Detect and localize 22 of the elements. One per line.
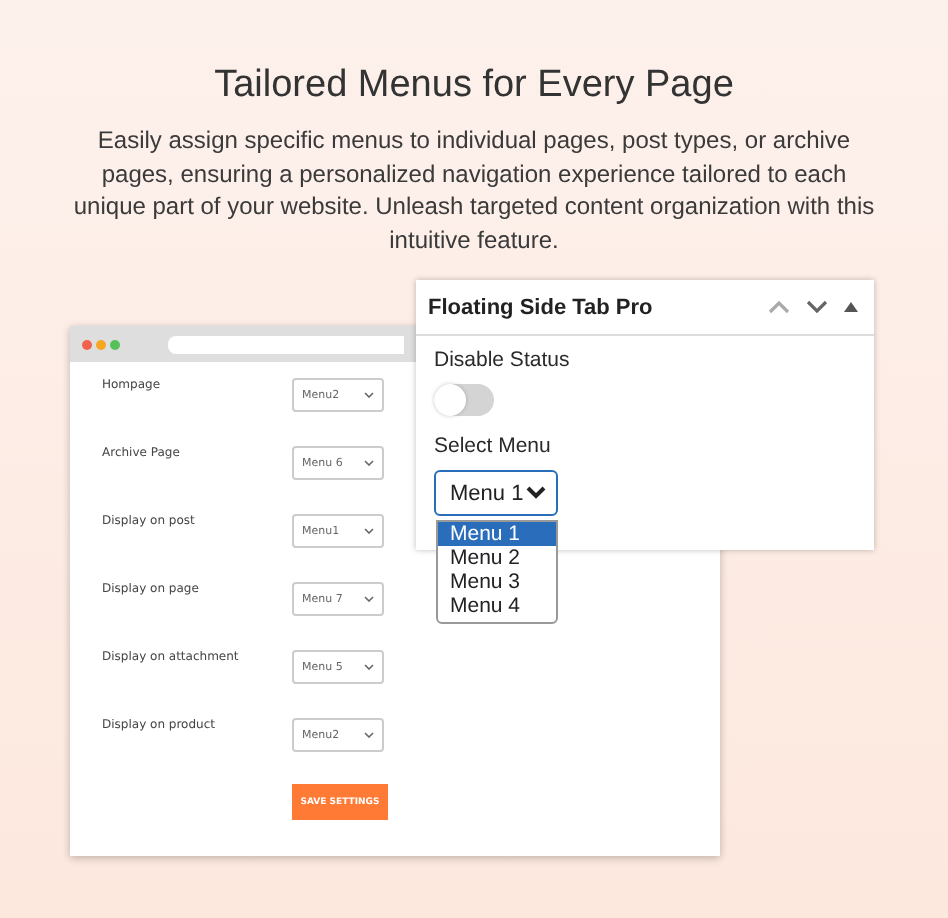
field-label: Select Menu <box>434 434 551 458</box>
chevron-up-icon[interactable] <box>768 300 790 314</box>
field-label: Disable Status <box>434 348 570 372</box>
chevron-down-icon <box>364 392 374 398</box>
chevron-down-icon <box>364 596 374 602</box>
toggle-switch[interactable] <box>434 384 494 416</box>
address-bar[interactable] <box>168 335 404 353</box>
triangle-up-icon[interactable] <box>844 302 858 312</box>
description: Easily assign specific menus to individual pages, post types, or archive pages, ensuring a personalized navigation experience tailored to each unique part of your website. Unleash targeted content organization with this intuitive feature. <box>71 124 877 256</box>
dropdown-option[interactable]: Menu 3 <box>438 570 556 594</box>
menu-select[interactable]: Menu 1 <box>434 470 558 516</box>
chevron-down-icon[interactable] <box>806 300 828 314</box>
chevron-down-icon <box>526 486 546 500</box>
dropdown-option[interactable]: Menu 2 <box>438 546 556 570</box>
chevron-down-icon <box>364 732 374 738</box>
dropdown-option[interactable]: Menu 1 <box>438 522 556 546</box>
chevron-down-icon <box>364 528 374 534</box>
panel-title: Floating Side Tab Pro <box>428 295 655 319</box>
dropdown-option[interactable]: Menu 4 <box>438 594 556 618</box>
heading: Tailored Menus for Every Page <box>214 64 734 108</box>
chevron-down-icon <box>364 460 374 466</box>
chevron-down-icon <box>364 664 374 670</box>
